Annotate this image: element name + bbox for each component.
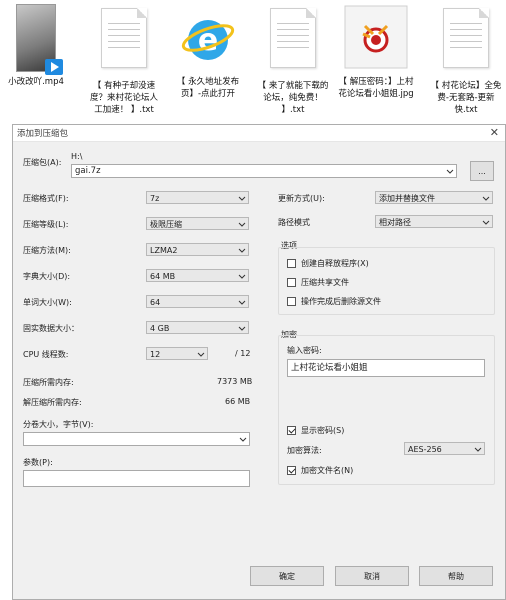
format-select[interactable]: 7z [146,191,249,204]
threads-label: CPU 线程数: [23,350,69,359]
password-value: 上村花论坛看小姐姐 [291,363,368,373]
file-text-3[interactable]: 【 村花论坛】全免费-无套路-更新快.txt [428,4,504,116]
file-image[interactable]: 【 解压密码：】上村花论坛看小姐姐.jpg [338,4,414,100]
sfx-label: 创建自释放程序(X) [301,259,369,268]
method-select[interactable]: LZMA2 [146,243,249,256]
chevron-down-icon [238,326,246,331]
level-select[interactable]: 极限压缩 [146,217,249,230]
show-password-checkbox[interactable] [287,426,296,435]
word-select[interactable]: 64 [146,295,249,308]
update-select[interactable]: 添加并替换文件 [375,191,493,204]
pathmode-value: 相对路径 [379,218,411,227]
level-label: 压缩等级(L): [23,220,69,229]
image-file-icon [343,4,409,70]
file-video[interactable]: 小改改吖.mp4 [0,4,74,88]
format-value: 7z [150,194,160,203]
file-name: 小改改吖.mp4 [8,77,64,87]
pathmode-label: 路径模式 [278,218,310,227]
method-label: 压缩方法(M): [23,246,71,255]
dict-select[interactable]: 64 MB [146,269,249,282]
chevron-down-icon [238,248,246,253]
archive-name-value: gai.7z [75,166,101,176]
show-password-label: 显示密码(S) [301,426,345,435]
file-ie-shortcut[interactable]: e 【 永久地址发布页】-点此打开 [170,4,246,100]
params-label: 参数(P): [23,458,53,467]
encryption-method-select[interactable]: AES-256 [404,442,485,455]
chevron-down-icon [482,220,490,225]
encrypt-names-label: 加密文件名(N) [301,466,354,475]
dict-value: 64 MB [150,272,176,281]
text-file-icon [266,8,320,74]
file-text-2[interactable]: 【 来了就能下载的论坛，纯免费！ 】.txt [255,4,331,116]
split-label: 分卷大小，字节(V): [23,420,94,429]
archive-label: 压缩包(A): [23,158,62,167]
mem-decomp-label: 解压缩所需内存: [23,398,82,407]
text-file-icon [97,8,151,74]
chevron-down-icon [239,437,247,442]
level-value: 极限压缩 [150,220,182,229]
threads-total: / 12 [235,349,251,358]
add-to-archive-dialog: 添加到压缩包 ✕ 压缩包(A): H:\ gai.7z ... 压缩格式(F):… [12,124,506,600]
chevron-down-icon [197,352,205,357]
file-text-1[interactable]: 【 有种子却没速度？来村花论坛人工加速！ 】.txt [86,4,162,116]
encryption-method-value: AES-256 [408,445,442,454]
params-input[interactable] [23,470,250,487]
chevron-down-icon [238,300,246,305]
split-combo[interactable] [23,432,250,446]
file-name: 【 来了就能下载的论坛，纯免费！ 】.txt [257,81,329,115]
mem-decomp-value: 66 MB [225,397,251,406]
password-label: 输入密码: [287,346,322,355]
word-value: 64 [150,298,161,307]
cancel-button[interactable]: 取消 [335,566,409,586]
shared-checkbox[interactable] [287,278,296,287]
chevron-down-icon [238,196,246,201]
delete-checkbox[interactable] [287,297,296,306]
delete-label: 操作完成后删除源文件 [301,297,381,306]
dialog-title: 添加到压缩包 [17,129,69,139]
chevron-down-icon [238,222,246,227]
word-label: 单词大小(W): [23,298,72,307]
file-name: 【 有种子却没速度？来村花论坛人工加速！ 】.txt [89,81,158,115]
sfx-checkbox[interactable] [287,259,296,268]
help-button[interactable]: 帮助 [419,566,493,586]
chevron-down-icon [446,169,454,174]
solid-label: 固实数据大小： [23,324,79,333]
play-icon [45,59,63,75]
chevron-down-icon [482,196,490,201]
browse-button[interactable]: ... [470,161,494,181]
dict-label: 字典大小(D): [23,272,71,281]
method-value: LZMA2 [150,246,178,255]
encryption-method-label: 加密算法: [287,446,322,455]
archive-name-combo[interactable]: gai.7z [71,164,457,178]
file-name: 【 村花论坛】全免费-无套路-更新快.txt [430,81,502,115]
internet-explorer-icon: e [181,4,235,70]
video-thumbnail-icon [9,4,63,75]
update-label: 更新方式(U): [278,194,325,203]
title-bar: 添加到压缩包 ✕ [13,125,505,142]
encryption-group [278,335,495,485]
file-name: 【 永久地址发布页】-点此打开 [176,77,240,99]
archive-path: H:\ [71,152,83,161]
chevron-down-icon [238,274,246,279]
threads-value: 12 [150,350,161,359]
threads-select[interactable]: 12 [146,347,208,360]
shared-label: 压缩共享文件 [301,278,349,287]
chevron-down-icon [474,447,482,452]
text-file-icon [439,8,493,74]
update-value: 添加并替换文件 [379,194,435,203]
password-input[interactable]: 上村花论坛看小姐姐 [287,359,485,377]
mem-comp-label: 压缩所需内存: [23,378,74,387]
encrypt-names-checkbox[interactable] [287,466,296,475]
format-label: 压缩格式(F): [23,194,69,203]
solid-value: 4 GB [150,324,170,333]
file-name: 【 解压密码：】上村花论坛看小姐姐.jpg [338,77,414,99]
solid-select[interactable]: 4 GB [146,321,249,334]
pathmode-select[interactable]: 相对路径 [375,215,493,228]
close-icon[interactable]: ✕ [490,126,499,139]
mem-comp-value: 7373 MB [217,377,253,386]
ok-button[interactable]: 确定 [250,566,324,586]
